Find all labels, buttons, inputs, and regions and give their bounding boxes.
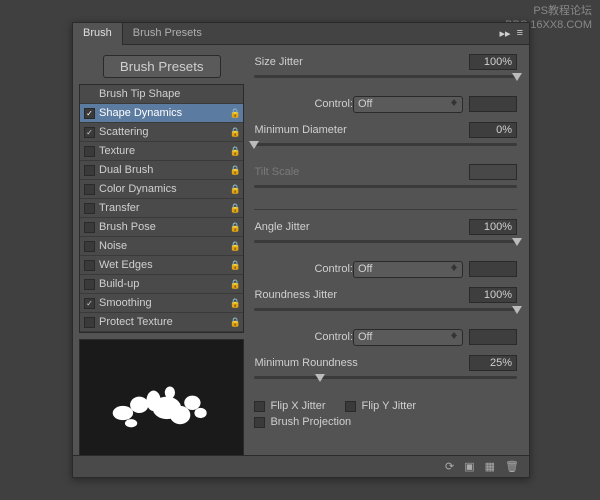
checkbox-icon[interactable] <box>84 108 95 119</box>
option-protect-texture[interactable]: Protect Texture 🔒 <box>80 313 243 332</box>
brush-panel: Brush Brush Presets ▸▸ ≡ Brush Presets B… <box>72 22 530 478</box>
tilt-scale-label: Tilt Scale <box>254 166 469 178</box>
lock-icon[interactable]: 🔒 <box>229 260 239 271</box>
checkbox-icon[interactable] <box>84 298 95 309</box>
checkbox-icon[interactable] <box>84 260 95 271</box>
size-jitter-slider[interactable] <box>254 73 517 87</box>
option-label: Brush Tip Shape <box>99 88 180 100</box>
checkbox-icon[interactable] <box>84 317 95 328</box>
lock-icon[interactable]: 🔒 <box>229 184 239 195</box>
lock-icon[interactable]: 🔒 <box>229 203 239 214</box>
checkbox-icon[interactable] <box>84 165 95 176</box>
brush-options-list: Brush Tip Shape Shape Dynamics 🔒 Scatter… <box>79 84 244 333</box>
lock-icon[interactable]: 🔒 <box>229 298 239 309</box>
control2-select[interactable]: Off <box>353 261 463 278</box>
lock-icon[interactable]: 🔒 <box>229 279 239 290</box>
tilt-scale-value <box>469 164 517 180</box>
min-roundness-value[interactable]: 25% <box>469 355 517 371</box>
option-smoothing[interactable]: Smoothing 🔒 <box>80 294 243 313</box>
tab-bar: Brush Brush Presets ▸▸ ≡ <box>73 23 529 45</box>
tab-brush[interactable]: Brush <box>73 23 123 45</box>
checkbox-icon[interactable] <box>84 184 95 195</box>
option-label: Brush Pose <box>99 221 156 233</box>
option-transfer[interactable]: Transfer 🔒 <box>80 199 243 218</box>
lock-icon[interactable]: 🔒 <box>229 317 239 328</box>
roundness-jitter-slider[interactable] <box>254 306 517 320</box>
angle-jitter-value[interactable]: 100% <box>469 219 517 235</box>
min-roundness-slider[interactable] <box>254 374 517 388</box>
trash-icon[interactable]: 🗑 <box>505 460 519 473</box>
option-label: Dual Brush <box>99 164 153 176</box>
brush-presets-button[interactable]: Brush Presets <box>103 55 221 78</box>
option-label: Transfer <box>99 202 140 214</box>
control1-label: Control: <box>254 98 353 110</box>
option-shape-dynamics[interactable]: Shape Dynamics 🔒 <box>80 104 243 123</box>
option-label: Shape Dynamics <box>99 107 182 119</box>
lock-icon[interactable]: 🔒 <box>229 127 239 138</box>
option-brush-pose[interactable]: Brush Pose 🔒 <box>80 218 243 237</box>
min-diameter-slider[interactable] <box>254 141 517 155</box>
control2-label: Control: <box>254 263 353 275</box>
settings-column: Size Jitter 100% Control: Off Minimum Di… <box>250 51 523 449</box>
checkbox-icon[interactable] <box>254 401 265 412</box>
angle-jitter-label: Angle Jitter <box>254 221 469 233</box>
option-noise[interactable]: Noise 🔒 <box>80 237 243 256</box>
option-wet-edges[interactable]: Wet Edges 🔒 <box>80 256 243 275</box>
option-color-dynamics[interactable]: Color Dynamics 🔒 <box>80 180 243 199</box>
lock-icon[interactable]: 🔒 <box>229 222 239 233</box>
size-jitter-value[interactable]: 100% <box>469 54 517 70</box>
flip-x-jitter[interactable]: Flip X Jitter <box>254 400 325 412</box>
flip-y-jitter[interactable]: Flip Y Jitter <box>345 400 416 412</box>
control1-select[interactable]: Off <box>353 96 463 113</box>
option-label: Build-up <box>99 278 139 290</box>
checkbox-icon[interactable] <box>84 241 95 252</box>
lock-icon[interactable]: 🔒 <box>229 108 239 119</box>
left-column: Brush Presets Brush Tip Shape Shape Dyna… <box>79 51 244 449</box>
brush-preview <box>79 339 244 456</box>
checkbox-icon[interactable] <box>84 146 95 157</box>
option-label: Texture <box>99 145 135 157</box>
checkbox-icon[interactable] <box>254 417 265 428</box>
checkbox-icon[interactable] <box>84 222 95 233</box>
option-label: Wet Edges <box>99 259 153 271</box>
checkbox-icon[interactable] <box>84 127 95 138</box>
option-label: Protect Texture <box>99 316 173 328</box>
checkbox-icon[interactable] <box>84 279 95 290</box>
checkbox-icon[interactable] <box>345 401 356 412</box>
panel-footer: ⟳ ▣ ▦ 🗑 <box>73 455 529 477</box>
roundness-jitter-value[interactable]: 100% <box>469 287 517 303</box>
collapse-icon[interactable]: ▸▸ <box>500 27 511 40</box>
control3-value <box>469 329 517 345</box>
control1-value <box>469 96 517 112</box>
control3-select[interactable]: Off <box>353 329 463 346</box>
option-dual-brush[interactable]: Dual Brush 🔒 <box>80 161 243 180</box>
min-diameter-label: Minimum Diameter <box>254 124 469 136</box>
lock-icon[interactable]: 🔒 <box>229 146 239 157</box>
size-jitter-label: Size Jitter <box>254 56 469 68</box>
preset-icon[interactable]: ▦ <box>485 460 495 473</box>
option-scattering[interactable]: Scattering 🔒 <box>80 123 243 142</box>
lock-icon[interactable]: 🔒 <box>229 165 239 176</box>
control2-value <box>469 261 517 277</box>
option-label: Noise <box>99 240 127 252</box>
option-brush-tip-shape[interactable]: Brush Tip Shape <box>80 85 243 104</box>
checkbox-icon[interactable] <box>84 203 95 214</box>
new-icon[interactable]: ▣ <box>464 460 474 473</box>
tilt-scale-slider <box>254 183 517 197</box>
roundness-jitter-label: Roundness Jitter <box>254 289 469 301</box>
lock-icon[interactable]: 🔒 <box>229 241 239 252</box>
min-diameter-value[interactable]: 0% <box>469 122 517 138</box>
option-label: Smoothing <box>99 297 152 309</box>
tab-brush-presets[interactable]: Brush Presets <box>123 23 212 45</box>
option-label: Scattering <box>99 126 149 138</box>
option-label: Color Dynamics <box>99 183 177 195</box>
brush-projection[interactable]: Brush Projection <box>254 416 351 428</box>
control3-label: Control: <box>254 331 353 343</box>
option-build-up[interactable]: Build-up 🔒 <box>80 275 243 294</box>
toggle-icon[interactable]: ⟳ <box>445 460 454 473</box>
min-roundness-label: Minimum Roundness <box>254 357 469 369</box>
angle-jitter-slider[interactable] <box>254 238 517 252</box>
option-texture[interactable]: Texture 🔒 <box>80 142 243 161</box>
menu-icon[interactable]: ≡ <box>517 27 523 40</box>
